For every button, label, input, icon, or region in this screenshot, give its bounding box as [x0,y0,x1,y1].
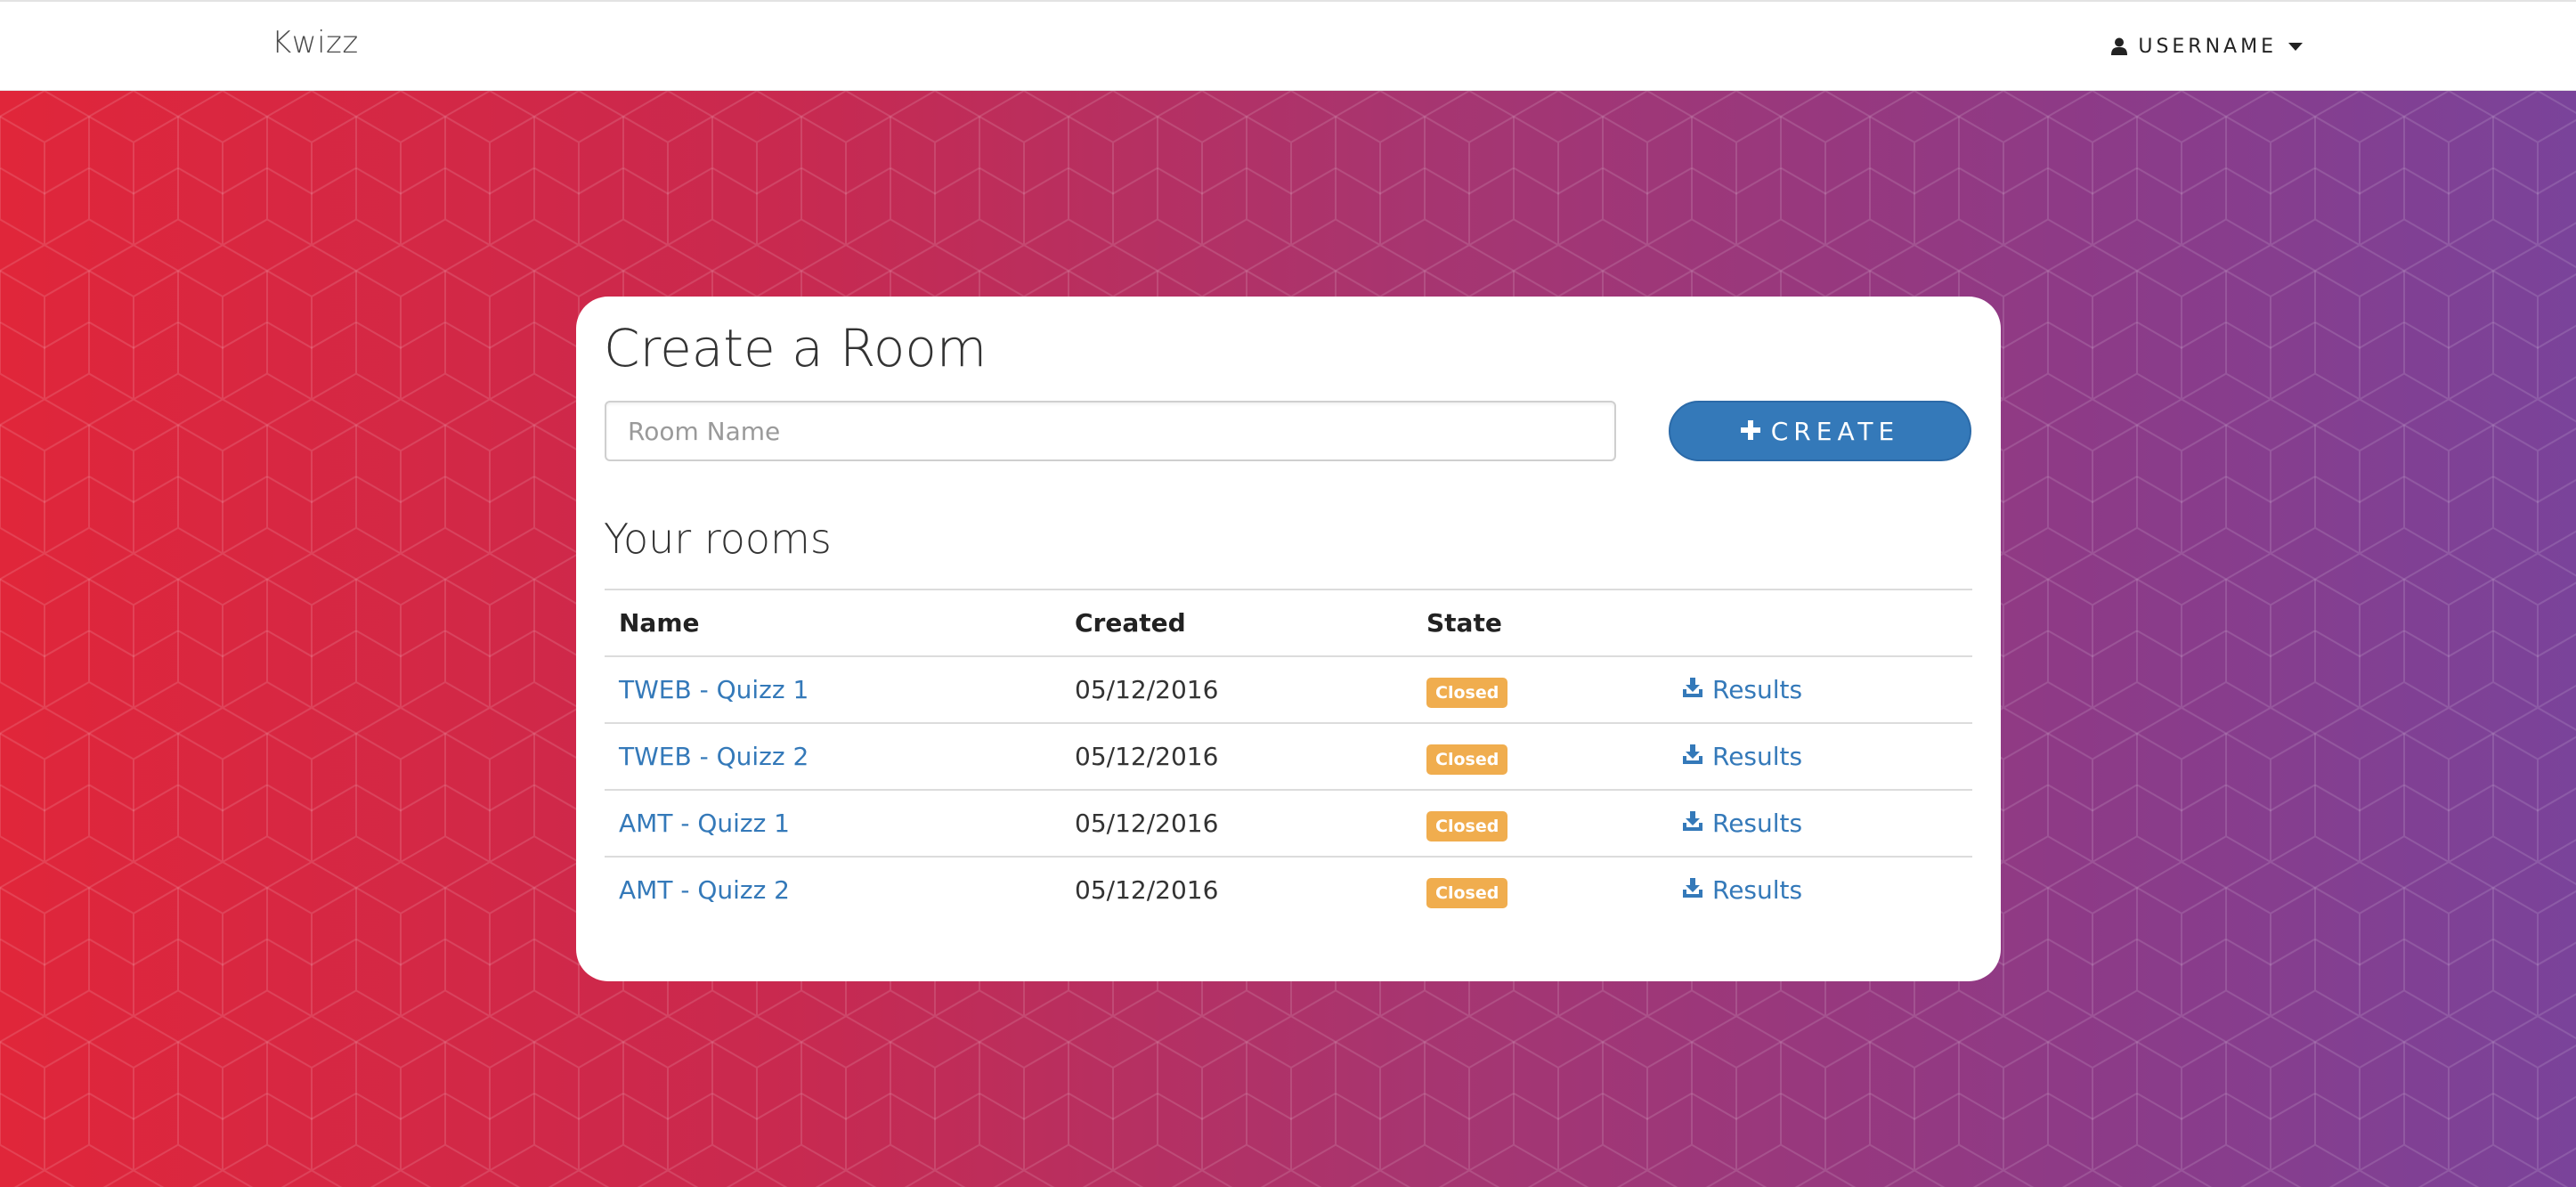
created-date: 05/12/2016 [1060,789,1412,857]
create-room-title: Create a Room [604,318,987,378]
your-rooms-title: Your rooms [604,515,832,563]
top-navbar: Kwizz USERNAME [0,0,2576,91]
table-row: TWEB - Quizz 1 05/12/2016 Closed Results [605,656,1972,723]
results-link[interactable]: Results [1682,742,1802,771]
download-icon [1682,675,1703,704]
download-icon [1682,875,1703,905]
plus-icon [1740,417,1760,446]
column-header-created: Created [1060,589,1412,657]
caret-down-icon [2288,41,2304,52]
hero-background: Create a Room CREATE Your rooms Name Cre… [0,91,2576,1187]
create-button-label: CREATE [1770,416,1900,446]
results-label: Results [1712,675,1803,704]
status-badge: Closed [1426,811,1508,841]
status-badge: Closed [1426,744,1508,775]
created-date: 05/12/2016 [1060,856,1412,923]
create-room-card: Create a Room CREATE Your rooms Name Cre… [576,297,2001,981]
results-label: Results [1712,875,1803,905]
room-name-link[interactable]: TWEB - Quizz 2 [619,742,809,771]
table-row: TWEB - Quizz 2 05/12/2016 Closed Results [605,722,1972,790]
download-icon [1682,742,1703,771]
username-label: USERNAME [2138,35,2277,58]
created-date: 05/12/2016 [1075,675,1219,704]
room-name-link[interactable]: AMT - Quizz 1 [619,809,790,838]
brand-logo[interactable]: Kwizz [272,25,359,61]
status-badge: Closed [1426,678,1508,708]
results-link[interactable]: Results [1682,675,1802,704]
table-header-row: Name Created State [605,589,1972,657]
results-label: Results [1712,742,1803,771]
create-button[interactable]: CREATE [1669,401,1971,461]
user-icon [2111,37,2128,55]
created-date: 05/12/2016 [1060,722,1412,790]
user-menu[interactable]: USERNAME [2111,28,2304,64]
column-header-state: State [1412,589,1668,657]
download-icon [1682,809,1703,838]
status-badge: Closed [1426,878,1508,908]
table-row: AMT - Quizz 1 05/12/2016 Closed Results [605,789,1972,857]
results-label: Results [1712,809,1803,838]
table-row: AMT - Quizz 2 05/12/2016 Closed Results [605,856,1972,923]
results-link[interactable]: Results [1682,875,1802,905]
results-link[interactable]: Results [1682,809,1802,838]
room-name-link[interactable]: TWEB - Quizz 1 [619,675,809,704]
column-header-actions [1668,589,1972,657]
room-name-input[interactable] [605,401,1616,461]
room-name-link[interactable]: AMT - Quizz 2 [619,875,790,905]
rooms-table: Name Created State TWEB - Quizz 1 05/12/… [605,589,1972,923]
column-header-name: Name [605,589,1060,657]
